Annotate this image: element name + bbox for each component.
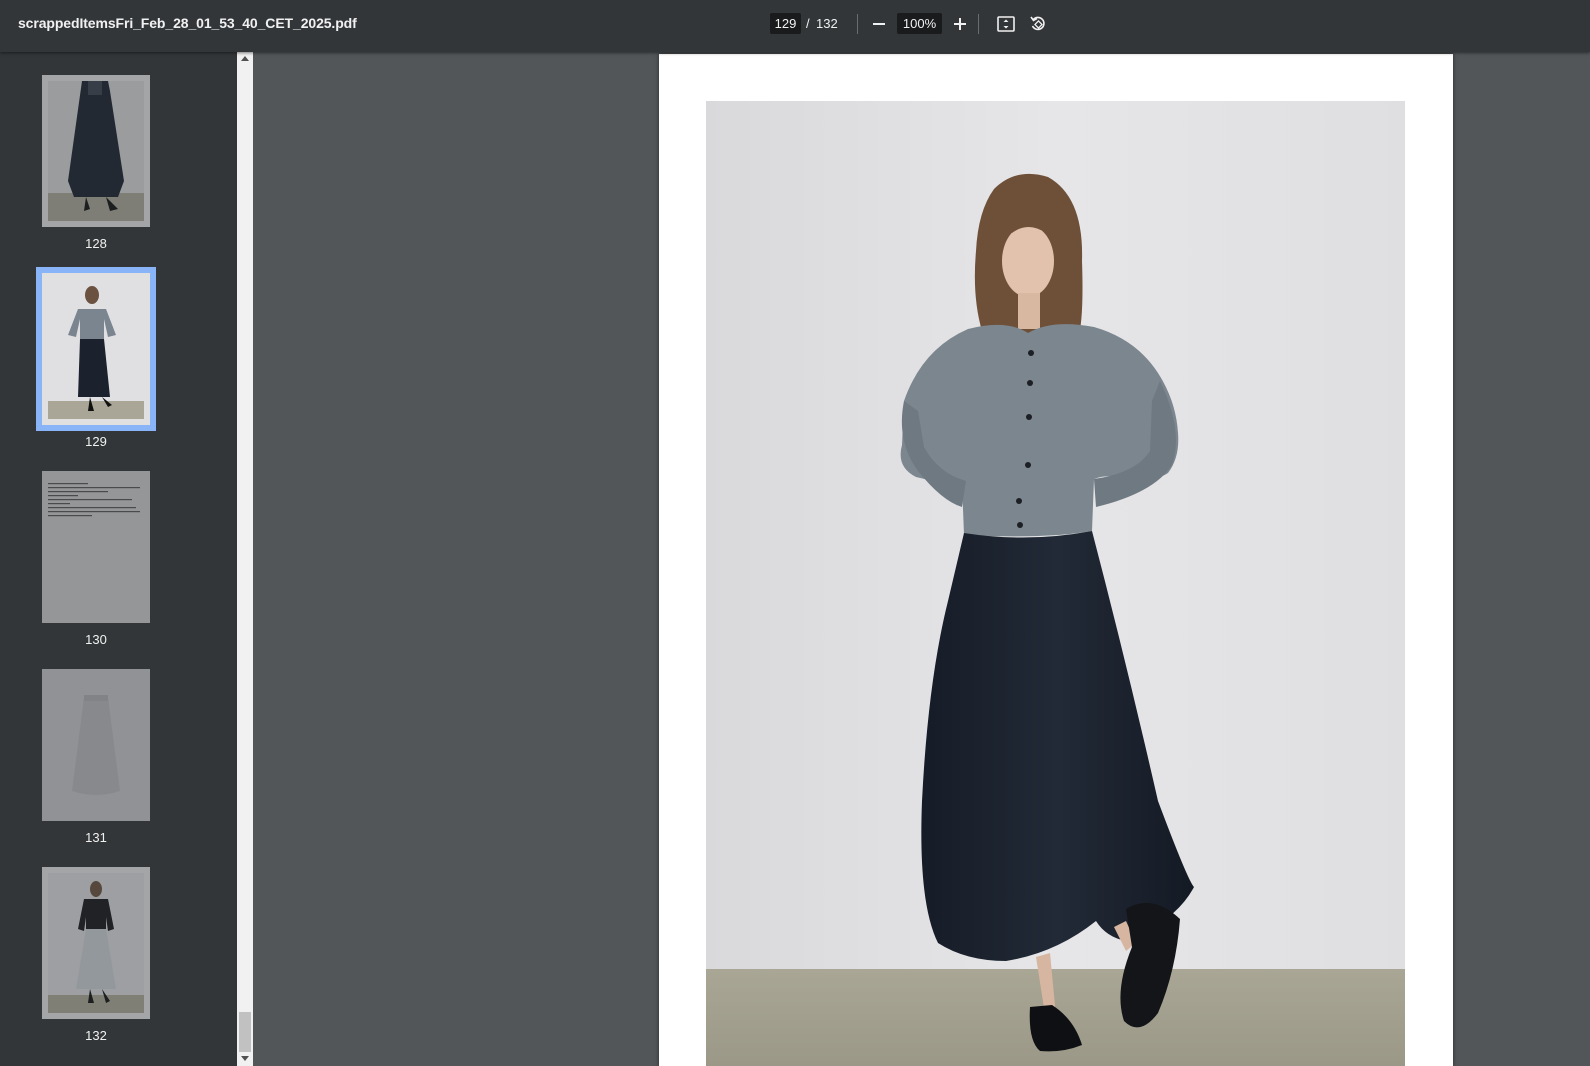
zoom-out-button[interactable] [866, 11, 892, 37]
thumbnail-image [48, 873, 144, 1013]
pdf-page-129 [659, 54, 1453, 1066]
thumbnail-label: 130 [85, 632, 107, 647]
thumbnail-label: 132 [85, 1028, 107, 1043]
thumbnail-page-132[interactable] [42, 867, 150, 1019]
scrollbar-thumb[interactable] [239, 1012, 251, 1052]
page-photo [706, 101, 1405, 1066]
scroll-up-arrow-icon[interactable] [241, 56, 249, 61]
toolbar-divider [978, 14, 979, 34]
thumbnail-label: 131 [85, 830, 107, 845]
document-title: scrappedItemsFri_Feb_28_01_53_40_CET_202… [18, 15, 357, 31]
thumbnail-page-128[interactable] [42, 75, 150, 227]
sidebar-scrollbar[interactable] [237, 52, 253, 1066]
model-photo-illustration [706, 101, 1405, 1066]
total-pages: 132 [816, 16, 838, 31]
thumbnail-page-129[interactable] [36, 267, 156, 431]
plus-icon [954, 18, 966, 30]
minus-icon [873, 23, 885, 25]
zoom-level-input[interactable]: 100% [897, 13, 942, 34]
page-separator: / [806, 16, 810, 31]
scroll-down-arrow-icon[interactable] [241, 1056, 249, 1061]
thumbnail-image [48, 81, 144, 221]
thumbnail-label: 129 [85, 434, 107, 449]
zoom-in-button[interactable] [947, 11, 973, 37]
thumbnail-image [48, 477, 144, 617]
thumbnail-page-131[interactable] [42, 669, 150, 821]
pdf-toolbar: scrappedItemsFri_Feb_28_01_53_40_CET_202… [0, 0, 1590, 52]
thumbnail-page-130[interactable] [42, 471, 150, 623]
toolbar-divider [857, 14, 858, 34]
thumbnail-image [48, 675, 144, 815]
fit-page-icon [997, 16, 1015, 32]
page-number-input[interactable]: 129 [770, 13, 801, 34]
thumbnail-sidebar: 128 129 130 131 132 [0, 52, 237, 1066]
thumbnail-image [48, 279, 144, 419]
thumbnail-label: 128 [85, 236, 107, 251]
rotate-counterclockwise-icon [1030, 16, 1045, 31]
rotate-button[interactable] [1025, 11, 1051, 37]
fit-to-page-button[interactable] [993, 11, 1019, 37]
